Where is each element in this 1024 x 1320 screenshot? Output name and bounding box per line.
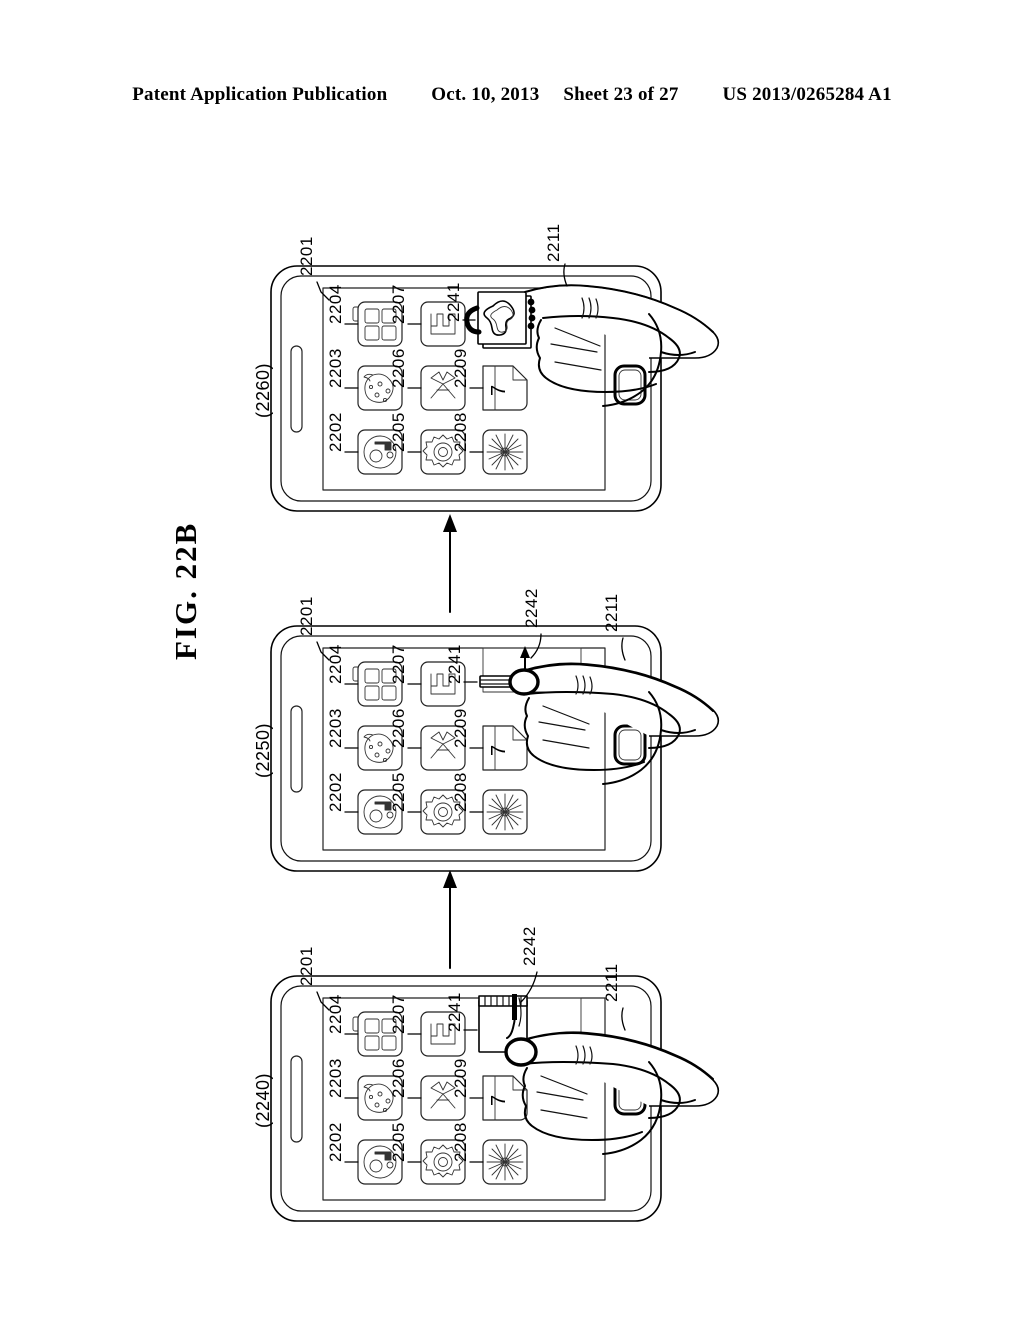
ref-label-2201: 2201 <box>297 236 316 276</box>
ref-label-2203: 2203 <box>326 708 345 748</box>
device-illustration-top: 2201 2204 2207 2241 2203 2206 7 2209 220… <box>270 223 720 512</box>
ref-label-2242: 2242 <box>522 588 541 628</box>
calendar-day-number: 7 <box>488 1094 510 1106</box>
ref-label-2208: 2208 <box>451 1122 470 1162</box>
panel-top-2260: (2260) 2201 2204 2207 2241 2203 2206 7 2… <box>225 223 885 520</box>
ref-label-2206: 2206 <box>389 708 408 748</box>
ref-label-2209: 2209 <box>451 708 470 748</box>
icon-calendar-2209[interactable]: 7 <box>482 725 528 771</box>
calendar-day-number: 7 <box>488 384 510 396</box>
ref-label-2211: 2211 <box>602 593 621 632</box>
speaker-slot <box>290 705 303 793</box>
publication-header: Patent Application Publication Oct. 10, … <box>0 84 1024 106</box>
ref-label-2211: 2211 <box>602 963 621 1002</box>
ref-label-2209: 2209 <box>451 1058 470 1098</box>
ref-label-2204: 2204 <box>326 644 345 684</box>
ref-label-2202: 2202 <box>326 772 345 812</box>
ref-label-2211: 2211 <box>544 223 563 262</box>
icon-calendar-2209[interactable]: 7 <box>482 1075 528 1121</box>
ref-label-2242: 2242 <box>520 926 539 966</box>
ref-label-2207: 2207 <box>389 644 408 684</box>
icon-calendar-2209[interactable]: 7 <box>482 365 528 411</box>
ref-label-2207: 2207 <box>389 284 408 324</box>
panel-state-label-middle: (2250) <box>253 722 273 778</box>
header-date: Oct. 10, 2013 <box>431 84 540 105</box>
ref-label-2208: 2208 <box>451 772 470 812</box>
flow-arrow-bottom-to-middle <box>430 868 470 969</box>
ref-label-2207: 2207 <box>389 994 408 1034</box>
speaker-slot <box>290 1055 303 1143</box>
header-patent-number: US 2013/0265284 A1 <box>722 84 892 105</box>
ref-label-2205: 2205 <box>389 772 408 812</box>
ref-label-2201: 2201 <box>297 946 316 986</box>
ref-label-2241: 2241 <box>445 992 464 1032</box>
device-illustration-bottom: 2201 2204 2207 2241 2203 2206 7 2209 220… <box>270 926 720 1222</box>
icon-starburst-2208[interactable] <box>482 429 528 475</box>
ref-label-2241: 2241 <box>444 282 463 322</box>
ref-label-2204: 2204 <box>326 994 345 1034</box>
ref-label-2208: 2208 <box>451 412 470 452</box>
icon-starburst-2208[interactable] <box>482 1139 528 1185</box>
ref-label-2206: 2206 <box>389 348 408 388</box>
header-publication: Patent Application Publication <box>132 84 388 105</box>
ref-label-2209: 2209 <box>451 348 470 388</box>
calendar-day-number: 7 <box>488 744 510 756</box>
figure-title: FIG. 22B <box>168 521 203 660</box>
ref-label-2204: 2204 <box>326 284 345 324</box>
ref-label-2203: 2203 <box>326 1058 345 1098</box>
ref-label-2203: 2203 <box>326 348 345 388</box>
panel-state-label-bottom: (2240) <box>253 1072 273 1128</box>
speaker-slot <box>290 345 303 433</box>
panel-bottom-2240: (2240) 2201 2204 2207 2241 2203 2206 7 2… <box>225 926 885 1230</box>
ref-label-2205: 2205 <box>389 1122 408 1162</box>
icon-starburst-2208[interactable] <box>482 789 528 835</box>
header-sheet: Sheet 23 of 27 <box>563 84 679 105</box>
ref-label-2201: 2201 <box>297 596 316 636</box>
device-illustration-middle: 2201 2204 2207 2241 2203 2206 7 2209 220… <box>270 588 720 872</box>
ref-label-2206: 2206 <box>389 1058 408 1098</box>
panel-state-label-top: (2260) <box>253 362 273 418</box>
ref-label-2202: 2202 <box>326 412 345 452</box>
ref-label-2202: 2202 <box>326 1122 345 1162</box>
ref-label-2205: 2205 <box>389 412 408 452</box>
ref-label-2241: 2241 <box>445 644 464 684</box>
panel-middle-2250: (2250) 2201 2204 2207 2241 2203 2206 7 2… <box>225 588 885 880</box>
flow-arrow-middle-to-top <box>430 512 470 613</box>
